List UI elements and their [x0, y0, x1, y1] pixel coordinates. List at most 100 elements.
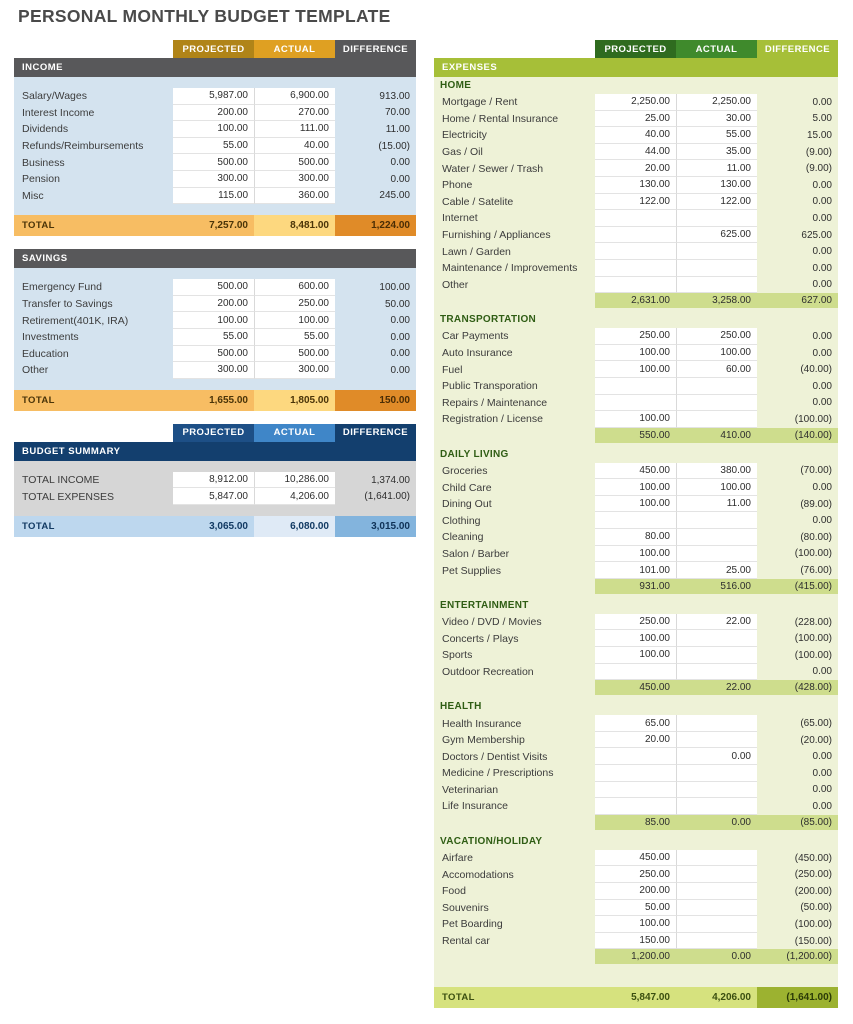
- expense-row-actual-input[interactable]: [676, 916, 757, 933]
- expense-row-projected-input[interactable]: 80.00: [595, 529, 676, 546]
- savings-row-actual-input[interactable]: 300.00: [254, 362, 335, 379]
- expense-row-actual-input[interactable]: [676, 545, 757, 563]
- expense-row-projected-input[interactable]: 40.00: [595, 127, 676, 144]
- income-row-actual-input[interactable]: 360.00: [254, 187, 335, 205]
- expense-row-projected-input[interactable]: 100.00: [595, 916, 676, 933]
- expense-row-projected-input[interactable]: 200.00: [595, 882, 676, 900]
- expense-row-actual-input[interactable]: [676, 529, 757, 546]
- expense-row-projected-input[interactable]: 2,250.00: [595, 94, 676, 111]
- expense-row-actual-input[interactable]: [676, 798, 757, 815]
- income-row-projected-input[interactable]: 5,987.00: [173, 88, 254, 105]
- expense-row-projected-input[interactable]: [595, 765, 676, 782]
- expense-row-projected-input[interactable]: 130.00: [595, 176, 676, 194]
- expense-row-actual-input[interactable]: 122.00: [676, 193, 757, 211]
- expense-row-actual-input[interactable]: [676, 276, 757, 294]
- expense-row-projected-input[interactable]: [595, 259, 676, 277]
- expense-row-actual-input[interactable]: [676, 765, 757, 782]
- expense-row-projected-input[interactable]: 250.00: [595, 613, 676, 631]
- expense-row-actual-input[interactable]: 130.00: [676, 176, 757, 194]
- expense-row-projected-input[interactable]: [595, 210, 676, 227]
- expense-row-projected-input[interactable]: 20.00: [595, 160, 676, 177]
- income-row-actual-input[interactable]: 300.00: [254, 170, 335, 188]
- expense-row-projected-input[interactable]: 25.00: [595, 110, 676, 128]
- savings-row-actual-input[interactable]: 100.00: [254, 312, 335, 329]
- expense-row-actual-input[interactable]: [676, 866, 757, 883]
- expense-row-projected-input[interactable]: 44.00: [595, 143, 676, 161]
- savings-row-projected-input[interactable]: 500.00: [173, 279, 254, 296]
- expense-row-actual-input[interactable]: [676, 932, 757, 950]
- expense-row-projected-input[interactable]: 100.00: [595, 545, 676, 563]
- expense-row-actual-input[interactable]: [676, 377, 757, 395]
- expense-row-projected-input[interactable]: [595, 394, 676, 412]
- expense-row-projected-input[interactable]: 101.00: [595, 562, 676, 579]
- expense-row-actual-input[interactable]: 625.00: [676, 226, 757, 244]
- expense-row-actual-input[interactable]: [676, 394, 757, 412]
- savings-row-actual-input[interactable]: 250.00: [254, 295, 335, 313]
- expense-row-projected-input[interactable]: [595, 226, 676, 244]
- expense-row-projected-input[interactable]: 100.00: [595, 361, 676, 378]
- savings-row-projected-input[interactable]: 300.00: [173, 362, 254, 379]
- savings-row-projected-input[interactable]: 200.00: [173, 295, 254, 313]
- expense-row-actual-input[interactable]: 35.00: [676, 143, 757, 161]
- expense-row-actual-input[interactable]: 380.00: [676, 462, 757, 480]
- expense-row-actual-input[interactable]: [676, 849, 757, 867]
- expense-row-projected-input[interactable]: 20.00: [595, 731, 676, 749]
- expense-row-projected-input[interactable]: 150.00: [595, 932, 676, 950]
- expense-row-projected-input[interactable]: 100.00: [595, 479, 676, 496]
- summary-row-projected-input[interactable]: 5,847.00: [173, 488, 254, 505]
- expense-row-projected-input[interactable]: [595, 663, 676, 681]
- expense-row-projected-input[interactable]: 450.00: [595, 849, 676, 867]
- savings-row-actual-input[interactable]: 600.00: [254, 279, 335, 296]
- expense-row-actual-input[interactable]: 11.00: [676, 495, 757, 513]
- expense-row-projected-input[interactable]: [595, 748, 676, 765]
- expense-row-actual-input[interactable]: 25.00: [676, 562, 757, 579]
- expense-row-actual-input[interactable]: 250.00: [676, 328, 757, 345]
- expense-row-actual-input[interactable]: [676, 715, 757, 732]
- expense-row-actual-input[interactable]: [676, 647, 757, 664]
- expense-row-actual-input[interactable]: [676, 663, 757, 681]
- expense-row-projected-input[interactable]: 65.00: [595, 715, 676, 732]
- income-row-actual-input[interactable]: 6,900.00: [254, 88, 335, 105]
- expense-row-actual-input[interactable]: [676, 899, 757, 917]
- expense-row-projected-input[interactable]: 100.00: [595, 495, 676, 513]
- expense-row-actual-input[interactable]: 30.00: [676, 110, 757, 128]
- expense-row-projected-input[interactable]: [595, 276, 676, 294]
- savings-row-actual-input[interactable]: 500.00: [254, 345, 335, 363]
- expense-row-projected-input[interactable]: 250.00: [595, 866, 676, 883]
- expense-row-projected-input[interactable]: 100.00: [595, 630, 676, 648]
- expense-row-actual-input[interactable]: 2,250.00: [676, 94, 757, 111]
- summary-row-actual-input[interactable]: 4,206.00: [254, 488, 335, 505]
- expense-row-actual-input[interactable]: 100.00: [676, 479, 757, 496]
- expense-row-projected-input[interactable]: 50.00: [595, 899, 676, 917]
- savings-row-projected-input[interactable]: 55.00: [173, 328, 254, 346]
- savings-row-projected-input[interactable]: 100.00: [173, 312, 254, 329]
- expense-row-actual-input[interactable]: [676, 882, 757, 900]
- expense-row-projected-input[interactable]: [595, 377, 676, 395]
- expense-row-projected-input[interactable]: [595, 243, 676, 260]
- expense-row-projected-input[interactable]: 450.00: [595, 462, 676, 480]
- expense-row-projected-input[interactable]: [595, 512, 676, 530]
- expense-row-actual-input[interactable]: [676, 411, 757, 428]
- income-row-projected-input[interactable]: 500.00: [173, 154, 254, 171]
- expense-row-actual-input[interactable]: [676, 259, 757, 277]
- expense-row-actual-input[interactable]: 0.00: [676, 748, 757, 765]
- expense-row-projected-input[interactable]: 100.00: [595, 344, 676, 362]
- expense-row-actual-input[interactable]: [676, 243, 757, 260]
- expense-row-projected-input[interactable]: [595, 781, 676, 799]
- expense-row-actual-input[interactable]: 60.00: [676, 361, 757, 378]
- summary-row-actual-input[interactable]: 10,286.00: [254, 471, 335, 489]
- expense-row-projected-input[interactable]: 122.00: [595, 193, 676, 211]
- income-row-actual-input[interactable]: 270.00: [254, 104, 335, 122]
- expense-row-actual-input[interactable]: 100.00: [676, 344, 757, 362]
- expense-row-actual-input[interactable]: 55.00: [676, 127, 757, 144]
- income-row-actual-input[interactable]: 111.00: [254, 121, 335, 138]
- expense-row-projected-input[interactable]: 250.00: [595, 328, 676, 345]
- expense-row-actual-input[interactable]: [676, 781, 757, 799]
- income-row-projected-input[interactable]: 100.00: [173, 121, 254, 138]
- expense-row-actual-input[interactable]: 22.00: [676, 613, 757, 631]
- summary-row-projected-input[interactable]: 8,912.00: [173, 471, 254, 489]
- expense-row-actual-input[interactable]: [676, 210, 757, 227]
- income-row-actual-input[interactable]: 40.00: [254, 137, 335, 155]
- income-row-projected-input[interactable]: 115.00: [173, 187, 254, 205]
- income-row-projected-input[interactable]: 200.00: [173, 104, 254, 122]
